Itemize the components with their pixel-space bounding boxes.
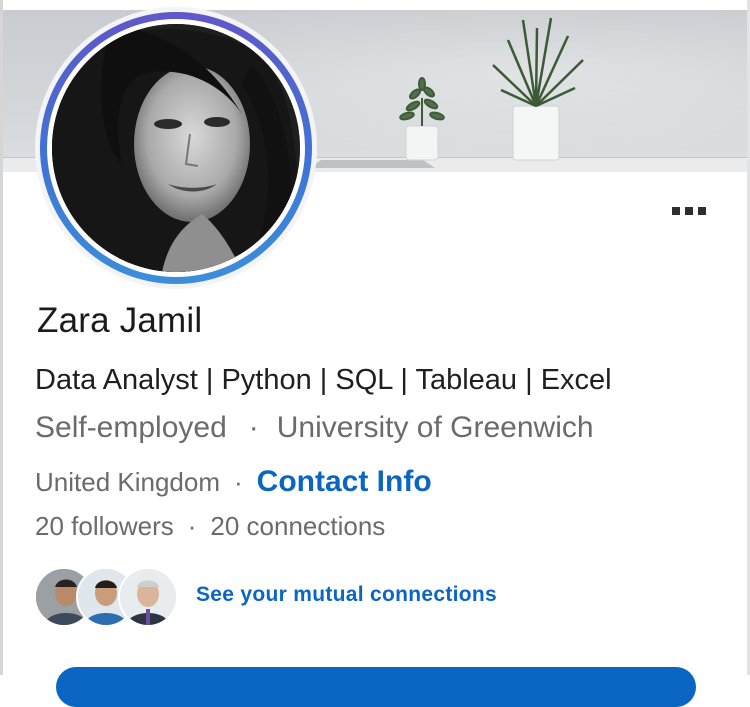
mutual-avatar	[118, 567, 178, 627]
profile-affiliations: Self-employed · University of Greenwich	[35, 411, 594, 445]
followers-count[interactable]: 20 followers	[35, 511, 174, 541]
avatar-frame	[47, 19, 305, 277]
profile-photo	[52, 24, 300, 272]
location-row: United Kingdom · Contact Info	[35, 465, 432, 499]
mutual-connections-row[interactable]: See your mutual connections	[34, 566, 497, 627]
separator-dot: ·	[187, 511, 197, 541]
portrait-illustration	[52, 24, 300, 272]
more-options-icon	[698, 207, 706, 215]
contact-info-link[interactable]: Contact Info	[257, 465, 432, 499]
separator-dot: ·	[234, 467, 243, 497]
see-mutual-connections-link[interactable]: See your mutual connections	[196, 583, 497, 607]
network-stats: 20 followers · 20 connections	[35, 511, 385, 542]
separator-dot: ·	[248, 411, 259, 444]
more-options-icon	[672, 207, 680, 215]
profile-avatar[interactable]	[40, 12, 312, 284]
employment-text: Self-employed	[35, 411, 227, 444]
education-text[interactable]: University of Greenwich	[277, 411, 594, 444]
mutual-avatars	[34, 566, 178, 627]
profile-name: Zara Jamil	[37, 301, 203, 340]
location-text: United Kingdom	[35, 467, 220, 497]
profile-headline: Data Analyst | Python | SQL | Tableau | …	[35, 364, 612, 396]
more-options-icon	[685, 207, 693, 215]
connections-count[interactable]: 20 connections	[210, 511, 385, 541]
primary-action-button[interactable]	[56, 667, 696, 707]
more-options-button[interactable]	[664, 200, 714, 222]
